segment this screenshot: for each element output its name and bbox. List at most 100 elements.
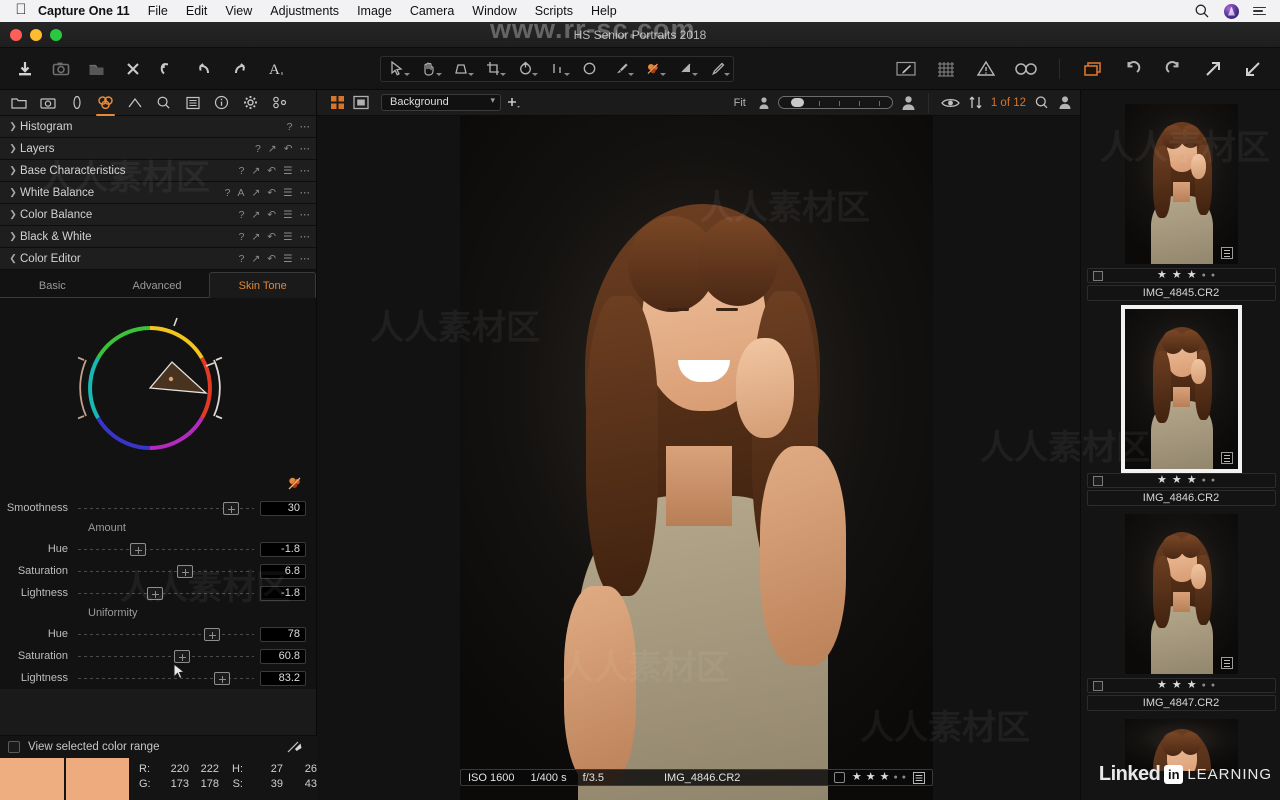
slider-amount-lightness[interactable]: Lightness -1.8 — [0, 582, 316, 604]
straighten-tool[interactable] — [541, 57, 573, 81]
exposure-tab[interactable] — [120, 91, 149, 115]
help-icon[interactable]: ? — [239, 209, 245, 221]
copy-icon[interactable]: ↗ — [268, 143, 277, 155]
search-icon[interactable] — [1194, 3, 1210, 19]
slider-track[interactable] — [78, 623, 254, 645]
eyedropper-icon[interactable] — [286, 739, 303, 760]
chevron-right-icon[interactable]: ❯ — [6, 231, 20, 242]
slider-value[interactable]: 60.8 — [260, 648, 306, 664]
slider-track[interactable] — [78, 497, 254, 519]
menu-icon[interactable]: ☰ — [283, 253, 292, 265]
chevron-right-icon[interactable]: ❯ — [6, 187, 20, 198]
chevron-updown-icon[interactable]: ▾ — [490, 96, 495, 105]
slider-track[interactable] — [78, 667, 254, 689]
slider-value[interactable]: 78 — [260, 626, 306, 642]
sort-arrows-icon[interactable] — [968, 95, 983, 110]
slider-uniformity-lightness[interactable]: Lightness 83.2 — [0, 667, 316, 689]
layer-select-dropdown[interactable]: Background ▾ — [381, 94, 501, 111]
menu-icon[interactable]: ☰ — [283, 187, 292, 199]
variants-icon[interactable] — [1076, 54, 1110, 84]
thumbnail-rating-row[interactable]: ★ ★ ★ ● ● — [1086, 473, 1276, 488]
panel-color-balance[interactable]: ❯ Color Balance ? ↗ ↶ ☰ ⋯ — [0, 204, 316, 226]
close-button[interactable] — [10, 28, 22, 41]
import-images-icon[interactable] — [8, 54, 42, 84]
rotate-left-icon[interactable] — [1116, 54, 1150, 84]
menu-image[interactable]: Image — [348, 0, 401, 22]
slider-amount-saturation[interactable]: Saturation 6.8 — [0, 560, 316, 582]
list-item[interactable] — [1081, 719, 1280, 771]
star-empty[interactable]: ● — [1202, 475, 1206, 486]
window-controls[interactable] — [0, 28, 62, 41]
menu-app-name[interactable]: Capture One 11 — [34, 0, 139, 22]
panel-actions[interactable]: ? ↗ ↶ ⋯ — [255, 143, 310, 155]
copy-icon[interactable]: ↗ — [251, 165, 260, 177]
undo-arrow-icon[interactable] — [152, 54, 186, 84]
menu-help[interactable]: Help — [582, 0, 626, 22]
slider-track[interactable] — [78, 582, 254, 604]
details-tab[interactable] — [149, 91, 178, 115]
thumb-checkbox[interactable] — [1092, 680, 1103, 691]
color-wheel[interactable] — [68, 310, 248, 470]
more-icon[interactable]: ⋯ — [300, 253, 311, 265]
slider-knob[interactable] — [203, 627, 220, 641]
tab-advanced[interactable]: Advanced — [104, 274, 210, 298]
star-filled[interactable]: ★ — [1187, 680, 1197, 691]
slider-smoothness[interactable]: Smoothness 30 — [0, 497, 316, 519]
slider-knob[interactable] — [223, 501, 240, 515]
chevron-right-icon[interactable]: ❯ — [6, 143, 20, 154]
thumbnail-image[interactable] — [1124, 719, 1238, 771]
collapse-icon[interactable] — [1236, 54, 1270, 84]
thumbnail-image[interactable] — [1124, 309, 1238, 469]
star-filled[interactable]: ★ — [852, 772, 862, 783]
help-icon[interactable]: ? — [239, 253, 245, 265]
slider-value[interactable]: 6.8 — [260, 563, 306, 579]
panel-actions[interactable]: ? ↗ ↶ ☰ ⋯ — [239, 209, 310, 221]
more-icon[interactable]: ⋯ — [300, 209, 311, 221]
slider-track[interactable] — [78, 645, 254, 667]
batch-tab[interactable] — [265, 91, 294, 115]
more-icon[interactable]: ⋯ — [300, 165, 311, 177]
star-empty[interactable]: ● — [1211, 680, 1215, 691]
minimize-button[interactable] — [30, 28, 42, 41]
filmstrip-panel[interactable]: ★ ★ ★ ● ● IMG_4845.CR2 ★ ★ ★ ● ● IMG_484… — [1080, 90, 1280, 800]
help-icon[interactable]: ? — [239, 165, 245, 177]
more-icon[interactable]: ⋯ — [300, 121, 311, 133]
thumbnail-rating-row[interactable]: ★ ★ ★ ● ● — [1086, 268, 1276, 283]
list-item[interactable]: ★ ★ ★ ● ● IMG_4846.CR2 — [1081, 309, 1280, 506]
redo-icon[interactable] — [224, 54, 258, 84]
slider-value[interactable]: 83.2 — [260, 670, 306, 686]
star-filled[interactable]: ★ — [1187, 270, 1197, 281]
menu-scripts[interactable]: Scripts — [526, 0, 582, 22]
star-filled[interactable]: ★ — [866, 772, 876, 783]
eye-icon[interactable] — [941, 96, 960, 110]
thumb-checkbox[interactable] — [1092, 475, 1103, 486]
more-icon[interactable]: ⋯ — [300, 231, 311, 243]
menu-camera[interactable]: Camera — [401, 0, 463, 22]
star-filled[interactable]: ★ — [1172, 680, 1182, 691]
menu-edit[interactable]: Edit — [177, 0, 217, 22]
capture-icon[interactable] — [44, 54, 78, 84]
thumbnail-filename[interactable]: IMG_4846.CR2 — [1086, 490, 1276, 506]
slider-knob[interactable] — [147, 586, 164, 600]
star-filled[interactable]: ★ — [1157, 475, 1167, 486]
copy-icon[interactable]: ↗ — [251, 253, 260, 265]
view-selected-color-range-row[interactable]: View selected color range — [0, 736, 317, 758]
thumbnail-image[interactable] — [1124, 104, 1238, 264]
thumbnail-filename[interactable]: IMG_4845.CR2 — [1086, 285, 1276, 301]
rotate-tool[interactable] — [509, 57, 541, 81]
star-filled[interactable]: ★ — [1187, 475, 1197, 486]
select-cursor-tool[interactable] — [381, 57, 413, 81]
slider-amount-hue[interactable]: Hue -1.8 — [0, 538, 316, 560]
copy-icon[interactable]: ↗ — [251, 231, 260, 243]
thumb-rating[interactable]: ★ ★ ★ ● ● — [1157, 475, 1215, 486]
pan-hand-tool[interactable] — [413, 57, 445, 81]
person-icon[interactable] — [1058, 95, 1072, 110]
warning-icon[interactable] — [969, 54, 1003, 84]
grid-view-icon[interactable] — [325, 92, 349, 114]
menu-icon[interactable]: ☰ — [283, 165, 292, 177]
star-filled[interactable]: ★ — [1172, 270, 1182, 281]
thumb-badge-icon[interactable] — [1220, 452, 1233, 464]
star-empty[interactable]: ● — [1202, 680, 1206, 691]
text-tool-icon[interactable]: A — [260, 54, 294, 84]
help-icon[interactable]: ? — [239, 231, 245, 243]
